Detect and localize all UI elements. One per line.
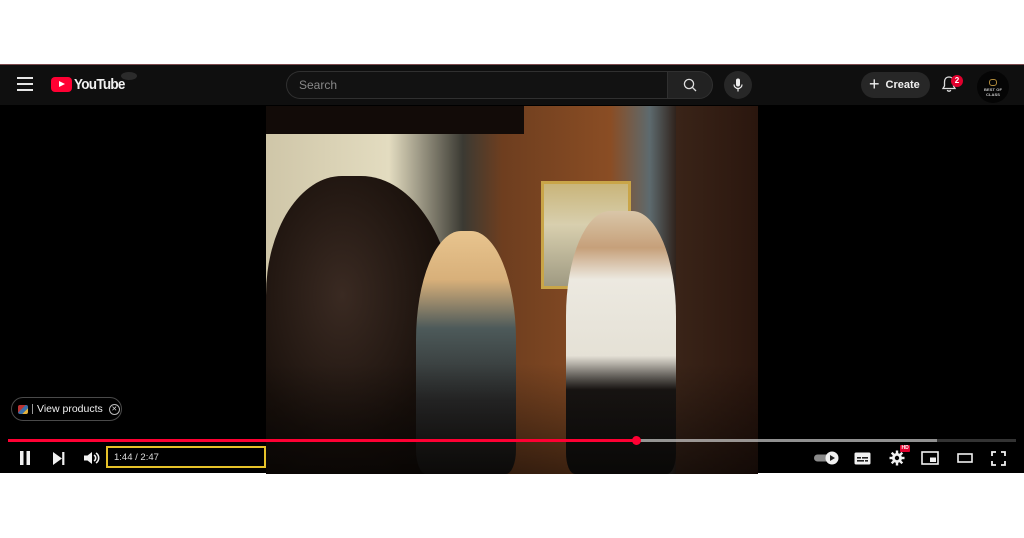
gear-icon <box>889 450 905 466</box>
video-vignette <box>266 106 758 474</box>
view-products-chip[interactable]: View products ✕ <box>11 397 122 421</box>
youtube-logo[interactable]: YouTube <box>51 76 130 93</box>
search-icon <box>683 78 697 92</box>
miniplayer-button[interactable] <box>920 448 940 468</box>
settings-button[interactable]: HD <box>886 445 911 468</box>
theater-mode-button[interactable] <box>955 448 975 468</box>
autoplay-toggle[interactable] <box>813 448 841 468</box>
progress-played <box>8 439 637 442</box>
time-display: 1:44 / 2:47 <box>106 446 266 468</box>
logo-text: YouTube <box>74 76 125 93</box>
avatar-text: BEST OF CLASS <box>983 87 1003 97</box>
subtitles-button[interactable] <box>852 448 872 468</box>
plus-icon: + <box>869 74 880 94</box>
skip-next-icon <box>52 451 64 465</box>
avatar[interactable]: BEST OF CLASS <box>977 71 1009 103</box>
hd-badge: HD <box>900 445 911 452</box>
pause-icon <box>20 451 30 465</box>
fullscreen-icon <box>990 450 1006 466</box>
doodle-bubble-icon <box>121 72 137 80</box>
chip-divider <box>32 404 33 414</box>
hamburger-menu-icon[interactable] <box>17 77 33 91</box>
notification-count-badge: 2 <box>951 75 963 87</box>
youtube-play-logo-icon <box>51 77 72 92</box>
video-frame[interactable] <box>266 106 758 474</box>
microphone-icon <box>733 78 743 92</box>
miniplayer-icon <box>921 451 939 465</box>
subtitles-icon <box>854 452 870 464</box>
pause-button[interactable] <box>16 448 34 468</box>
time-readout: 1:44 / 2:47 <box>114 451 159 463</box>
autoplay-toggle-icon <box>814 451 839 465</box>
voice-search-button[interactable] <box>724 71 752 99</box>
volume-button[interactable] <box>82 448 102 468</box>
search-button[interactable] <box>667 71 713 99</box>
close-circle-icon[interactable]: ✕ <box>108 403 120 415</box>
masthead: YouTube + Create 2 BEST OF CLASS <box>0 65 1024 105</box>
youtube-window: YouTube + Create 2 BEST OF CLASS <box>0 64 1024 474</box>
create-button[interactable]: + Create <box>861 72 930 98</box>
channel-logo-icon <box>989 79 997 86</box>
product-thumbnail-icon <box>18 404 28 414</box>
next-button[interactable] <box>49 448 67 468</box>
search-box <box>286 71 668 99</box>
volume-icon <box>84 452 100 464</box>
create-label: Create <box>885 79 920 91</box>
theater-mode-icon <box>957 453 973 463</box>
search-input[interactable] <box>287 72 668 98</box>
progress-bar[interactable] <box>8 436 1016 445</box>
view-products-label: View products <box>37 403 103 415</box>
fullscreen-button[interactable] <box>988 448 1008 468</box>
